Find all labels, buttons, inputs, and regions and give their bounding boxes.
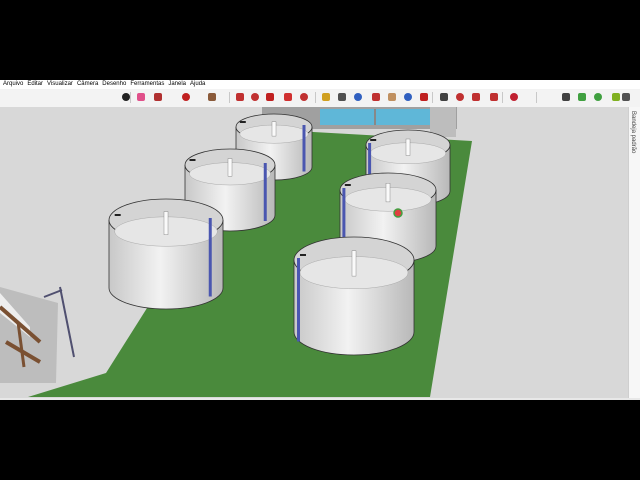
menu-ferramentas[interactable]: Ferramentas	[130, 80, 164, 89]
menu-ajuda[interactable]: Ajuda	[190, 80, 205, 89]
zoom-tool-button[interactable]	[402, 91, 414, 103]
components-button[interactable]	[470, 91, 482, 103]
sandbox-icon	[622, 93, 630, 101]
line-tool-button[interactable]	[152, 91, 164, 103]
camera-icon	[440, 93, 448, 101]
toolbar-separator	[315, 92, 316, 103]
push-pull-tool-button[interactable]	[234, 91, 246, 103]
drain-pipe	[297, 258, 300, 342]
tank-center-pipe	[271, 121, 277, 137]
text-icon	[338, 93, 346, 101]
pan-tool-button[interactable]	[386, 91, 398, 103]
arrow-cursor-icon	[122, 93, 130, 101]
ruby-button[interactable]	[508, 91, 520, 103]
zoom-icon	[404, 93, 412, 101]
extension-button[interactable]	[488, 91, 500, 103]
warehouse-icon	[456, 93, 464, 101]
paint-bucket-icon	[354, 93, 362, 101]
sandbox-button[interactable]	[620, 91, 632, 103]
tank-center-pipe	[227, 158, 233, 177]
scale-icon	[300, 93, 308, 101]
tank-center-pipe	[405, 138, 411, 156]
position-camera-button[interactable]	[438, 91, 450, 103]
orbit-cursor-icon	[393, 208, 403, 218]
scale-tool-button[interactable]	[298, 91, 310, 103]
zoom-extents-icon	[420, 93, 428, 101]
location-icon	[578, 93, 586, 101]
rotate-icon	[284, 93, 292, 101]
status-bar	[0, 398, 640, 400]
tape-measure-icon	[322, 93, 330, 101]
menu-camera[interactable]: Câmera	[77, 80, 98, 89]
arc-icon	[182, 93, 190, 101]
ruby-icon	[510, 93, 518, 101]
inlet-pipe	[370, 139, 377, 141]
orbit-tool-button[interactable]	[370, 91, 382, 103]
menu-bar: Arquivo Editar Visualizar Câmera Desenho…	[0, 80, 640, 89]
3d-viewport[interactable]	[0, 107, 628, 398]
rotate-tool-button[interactable]	[282, 91, 294, 103]
rectangle-icon	[208, 93, 216, 101]
toolbar-separator	[432, 92, 433, 103]
layout-icon	[594, 93, 602, 101]
push-pull-icon	[236, 93, 244, 101]
toolbar-separator	[502, 92, 503, 103]
geo-location-button[interactable]	[576, 91, 588, 103]
follow-me-icon	[251, 93, 259, 101]
menu-editar[interactable]: Editar	[27, 80, 43, 89]
orbit-icon	[372, 93, 380, 101]
tank-center-pipe	[163, 211, 169, 235]
scene-svg	[0, 107, 628, 398]
account-button[interactable]	[560, 91, 572, 103]
hand-icon	[388, 93, 396, 101]
drain-pipe	[263, 163, 267, 221]
toolbar-separator	[229, 92, 230, 103]
user-icon	[562, 93, 570, 101]
style-icon	[612, 93, 620, 101]
tape-measure-tool-button[interactable]	[320, 91, 332, 103]
components-icon	[472, 93, 480, 101]
tank[interactable]	[108, 198, 224, 310]
layout-button[interactable]	[592, 91, 604, 103]
eraser-tool-button[interactable]	[135, 91, 147, 103]
inlet-pipe	[344, 184, 351, 186]
tank-center-pipe	[385, 182, 391, 203]
tank-center-pipe	[351, 250, 357, 277]
menu-visualizar[interactable]: Visualizar	[47, 80, 73, 89]
paint-bucket-tool-button[interactable]	[352, 91, 364, 103]
tray-label: Bandeja padrão	[630, 111, 636, 154]
drain-pipe	[302, 125, 306, 172]
default-tray[interactable]: Bandeja padrão	[628, 107, 640, 398]
sketchup-window: Arquivo Editar Visualizar Câmera Desenho…	[0, 80, 640, 400]
move-tool-button[interactable]	[264, 91, 276, 103]
menu-janela[interactable]: Janela	[168, 80, 186, 89]
eraser-icon	[137, 93, 145, 101]
inlet-pipe	[300, 254, 306, 256]
toolbar-separator	[130, 92, 131, 103]
warehouse-button[interactable]	[454, 91, 466, 103]
tank[interactable]	[293, 236, 415, 356]
inlet-pipe	[189, 159, 196, 161]
menu-arquivo[interactable]: Arquivo	[3, 80, 23, 89]
toolbar-separator	[536, 92, 537, 103]
extension-icon	[490, 93, 498, 101]
zoom-extents-button[interactable]	[418, 91, 430, 103]
text-tool-button[interactable]	[336, 91, 348, 103]
toolbar	[0, 89, 640, 108]
inlet-pipe	[239, 121, 246, 123]
drain-pipe	[208, 218, 212, 297]
rectangle-tool-button[interactable]	[206, 91, 218, 103]
move-icon	[266, 93, 274, 101]
menu-desenho[interactable]: Desenho	[102, 80, 126, 89]
pencil-icon	[154, 93, 162, 101]
inlet-pipe	[114, 214, 121, 216]
follow-me-tool-button[interactable]	[249, 91, 261, 103]
arc-tool-button[interactable]	[180, 91, 192, 103]
